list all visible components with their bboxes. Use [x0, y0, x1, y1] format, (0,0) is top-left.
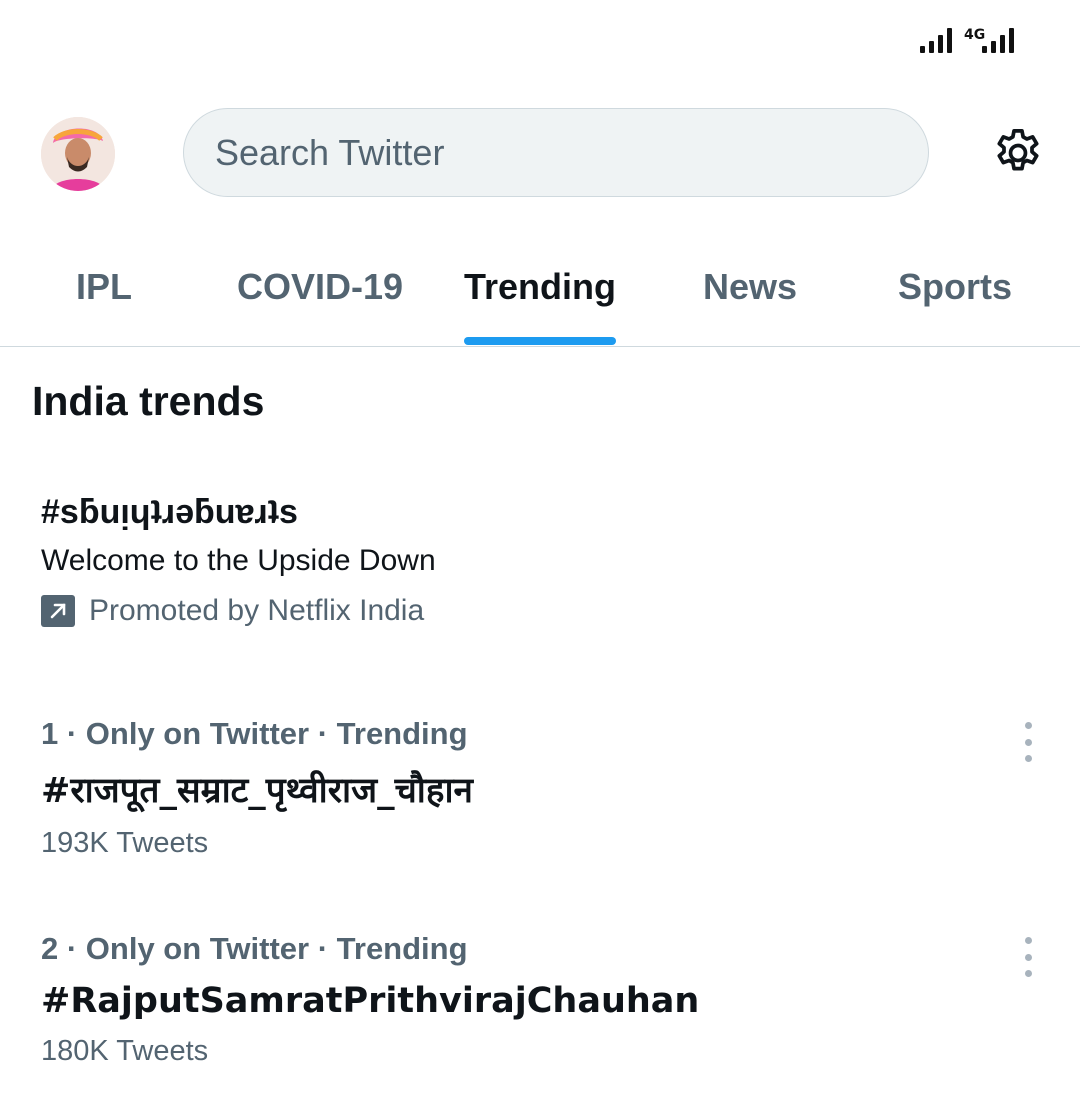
signal-icon-2 — [982, 28, 1014, 53]
active-tab-indicator — [464, 337, 616, 345]
promoted-hashtag: #sƃuᴉɥʇɹǝƃuɐɹʇs — [41, 493, 298, 531]
status-bar: 4G — [0, 0, 1080, 80]
tab-sports[interactable]: Sports — [898, 266, 1012, 308]
trend-name: #राजपूत_सम्राट_पृथ्वीराज_चौहान — [41, 771, 473, 811]
trend-meta: 1 · Only on Twitter · Trending — [41, 716, 468, 751]
signal-icon — [920, 28, 952, 53]
tab-news[interactable]: News — [703, 266, 797, 308]
trend-item[interactable]: 1 · Only on Twitter · Trending #राजपूत_स… — [41, 716, 1041, 860]
trend-meta: 2 · Only on Twitter · Trending — [41, 931, 468, 966]
section-title: India trends — [32, 378, 265, 424]
promoted-by: Promoted by Netflix India — [41, 594, 436, 628]
explore-tabs: IPL COVID-19 Trending News Sports — [0, 240, 1080, 347]
explore-header: Search Twitter — [0, 100, 1080, 210]
more-options-icon[interactable] — [1016, 937, 1040, 977]
gear-icon[interactable] — [990, 125, 1046, 181]
trend-item[interactable]: 2 · Only on Twitter · Trending #RajputSa… — [41, 931, 1041, 1068]
promoted-by-label: Promoted by Netflix India — [89, 594, 425, 627]
tab-trending[interactable]: Trending — [464, 266, 616, 308]
search-input[interactable]: Search Twitter — [183, 108, 929, 197]
promoted-trend[interactable]: #sƃuᴉɥʇɹǝƃuɐɹʇs Welcome to the Upside Do… — [41, 493, 436, 628]
promoted-arrow-icon — [41, 595, 75, 627]
tab-covid-19[interactable]: COVID-19 — [237, 266, 403, 308]
trend-tweet-count: 193K Tweets — [41, 827, 209, 859]
promoted-description: Welcome to the Upside Down — [41, 544, 436, 577]
trend-name: #RajputSamratPrithvirajChauhan — [41, 981, 700, 1021]
more-options-icon[interactable] — [1016, 722, 1040, 762]
avatar[interactable] — [41, 117, 115, 191]
trend-tweet-count: 180K Tweets — [41, 1035, 209, 1067]
search-placeholder: Search Twitter — [215, 131, 445, 173]
tab-ipl[interactable]: IPL — [76, 266, 132, 308]
